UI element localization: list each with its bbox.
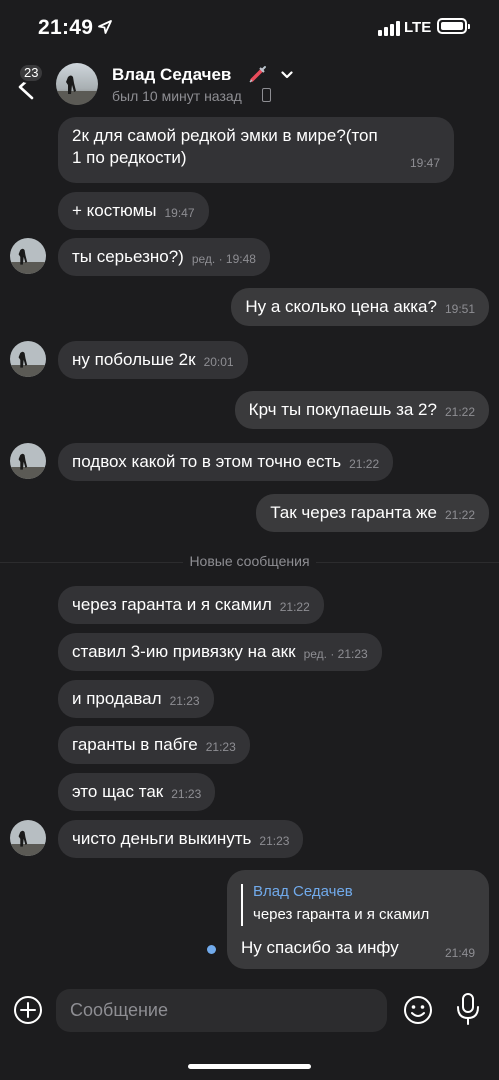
message-time: 21:22: [279, 600, 310, 614]
unread-badge: 23: [18, 63, 45, 83]
message-text: ну побольше 2к: [72, 350, 196, 369]
network-type: LTE: [404, 19, 432, 36]
message-bubble-outgoing-reply[interactable]: Влад Седачев через гаранта и я скамил Ну…: [227, 870, 489, 969]
message-bubble-incoming[interactable]: ты серьезно?) ред. · 19:48: [58, 238, 270, 276]
message-text: 2к для самой редкой эмки в мире?(топ: [72, 126, 378, 145]
message-time: 21:49: [444, 946, 475, 960]
message-time: 21:23: [171, 787, 202, 801]
message-text: 1 по редкости): [72, 148, 187, 167]
message-time: 19:47: [409, 156, 440, 170]
message-text: чисто деньги выкинуть: [72, 829, 252, 848]
message-bubble-incoming[interactable]: это щас так 21:23: [58, 773, 216, 811]
message-bubble-incoming[interactable]: подвох какой то в этом точно есть 21:22: [58, 443, 394, 481]
message-text: это щас так: [72, 782, 164, 801]
message-time: 21:23: [259, 834, 290, 848]
message-time: 20:01: [203, 355, 234, 369]
status-bar: 21:49 LTE: [0, 0, 499, 56]
home-indicator: [188, 1064, 311, 1069]
quote-bar: [241, 884, 243, 926]
message-bubble-outgoing[interactable]: Ну а сколько цена акка? 19:51: [231, 288, 489, 326]
contact-avatar[interactable]: [56, 63, 98, 105]
message-bubble-incoming[interactable]: через гаранта и я скамил 21:22: [58, 586, 324, 624]
contact-name[interactable]: Влад Седачев: [112, 65, 231, 85]
message-bubble-outgoing[interactable]: Так через гаранта же 21:22: [256, 494, 489, 532]
message-time: 21:23: [169, 694, 200, 708]
message-bubble-incoming[interactable]: + костюмы 19:47: [58, 192, 209, 230]
cellular-signal-icon: [378, 20, 400, 36]
sender-avatar[interactable]: [10, 443, 46, 479]
emoji-smile-icon[interactable]: [402, 994, 434, 1026]
mobile-phone-icon: [262, 88, 271, 102]
message-time: 21:23: [205, 740, 236, 754]
quoted-sender-name[interactable]: Влад Седачев: [253, 883, 353, 900]
microphone-icon[interactable]: [455, 992, 481, 1026]
message-text: Так через гаранта же: [270, 503, 437, 522]
message-text: + костюмы: [72, 201, 157, 220]
location-arrow-icon: [98, 20, 112, 34]
message-text: и продавал: [72, 689, 162, 708]
message-text: Ну а сколько цена акка?: [245, 297, 437, 316]
message-text: Ну спасибо за инфу: [241, 938, 399, 957]
status-time: 21:49: [38, 16, 94, 39]
message-text: Крч ты покупаешь за 2?: [248, 400, 437, 419]
message-text: ставил 3-ию привязку на акк: [72, 642, 296, 661]
message-bubble-incoming[interactable]: чисто деньги выкинуть 21:23: [58, 820, 304, 858]
message-time: ред. · 21:23: [303, 647, 368, 661]
attach-plus-icon[interactable]: [12, 994, 44, 1026]
message-composer: [0, 980, 499, 1040]
message-bubble-incoming[interactable]: 2к для самой редкой эмки в мире?(топ 1 п…: [58, 117, 454, 183]
message-time: 21:22: [444, 508, 475, 522]
message-time: ред. · 19:48: [191, 252, 256, 266]
message-text: ты серьезно?): [72, 247, 184, 266]
message-input[interactable]: [56, 989, 387, 1032]
message-bubble-outgoing[interactable]: Крч ты покупаешь за 2? 21:22: [234, 391, 489, 429]
message-text: через гаранта и я скамил: [72, 595, 272, 614]
syringe-icon: [249, 66, 266, 83]
divider-label: Новые сообщения: [183, 553, 316, 569]
sender-avatar[interactable]: [10, 820, 46, 856]
message-time: 21:22: [444, 405, 475, 419]
new-messages-divider: Новые сообщения: [0, 553, 499, 573]
message-time: 19:47: [164, 206, 195, 220]
battery-icon: [437, 18, 470, 34]
chevron-down-icon[interactable]: [281, 70, 293, 80]
message-bubble-incoming[interactable]: и продавал 21:23: [58, 680, 214, 718]
unread-dot-indicator: [207, 945, 216, 954]
message-time: 21:22: [349, 457, 380, 471]
chat-header: 23 Влад Седачев был 10 минут назад: [0, 56, 499, 112]
message-bubble-incoming[interactable]: ну побольше 2к 20:01: [58, 341, 248, 379]
message-text: гаранты в пабге: [72, 735, 198, 754]
sender-avatar[interactable]: [10, 238, 46, 274]
message-bubble-incoming[interactable]: ставил 3-ию привязку на акк ред. · 21:23: [58, 633, 382, 671]
quoted-message-text[interactable]: через гаранта и я скамил: [253, 906, 429, 923]
message-time: 19:51: [444, 302, 475, 316]
message-bubble-incoming[interactable]: гаранты в пабге 21:23: [58, 726, 250, 764]
last-seen-status: был 10 минут назад: [112, 88, 242, 104]
sender-avatar[interactable]: [10, 341, 46, 377]
message-text: подвох какой то в этом точно есть: [72, 452, 342, 471]
